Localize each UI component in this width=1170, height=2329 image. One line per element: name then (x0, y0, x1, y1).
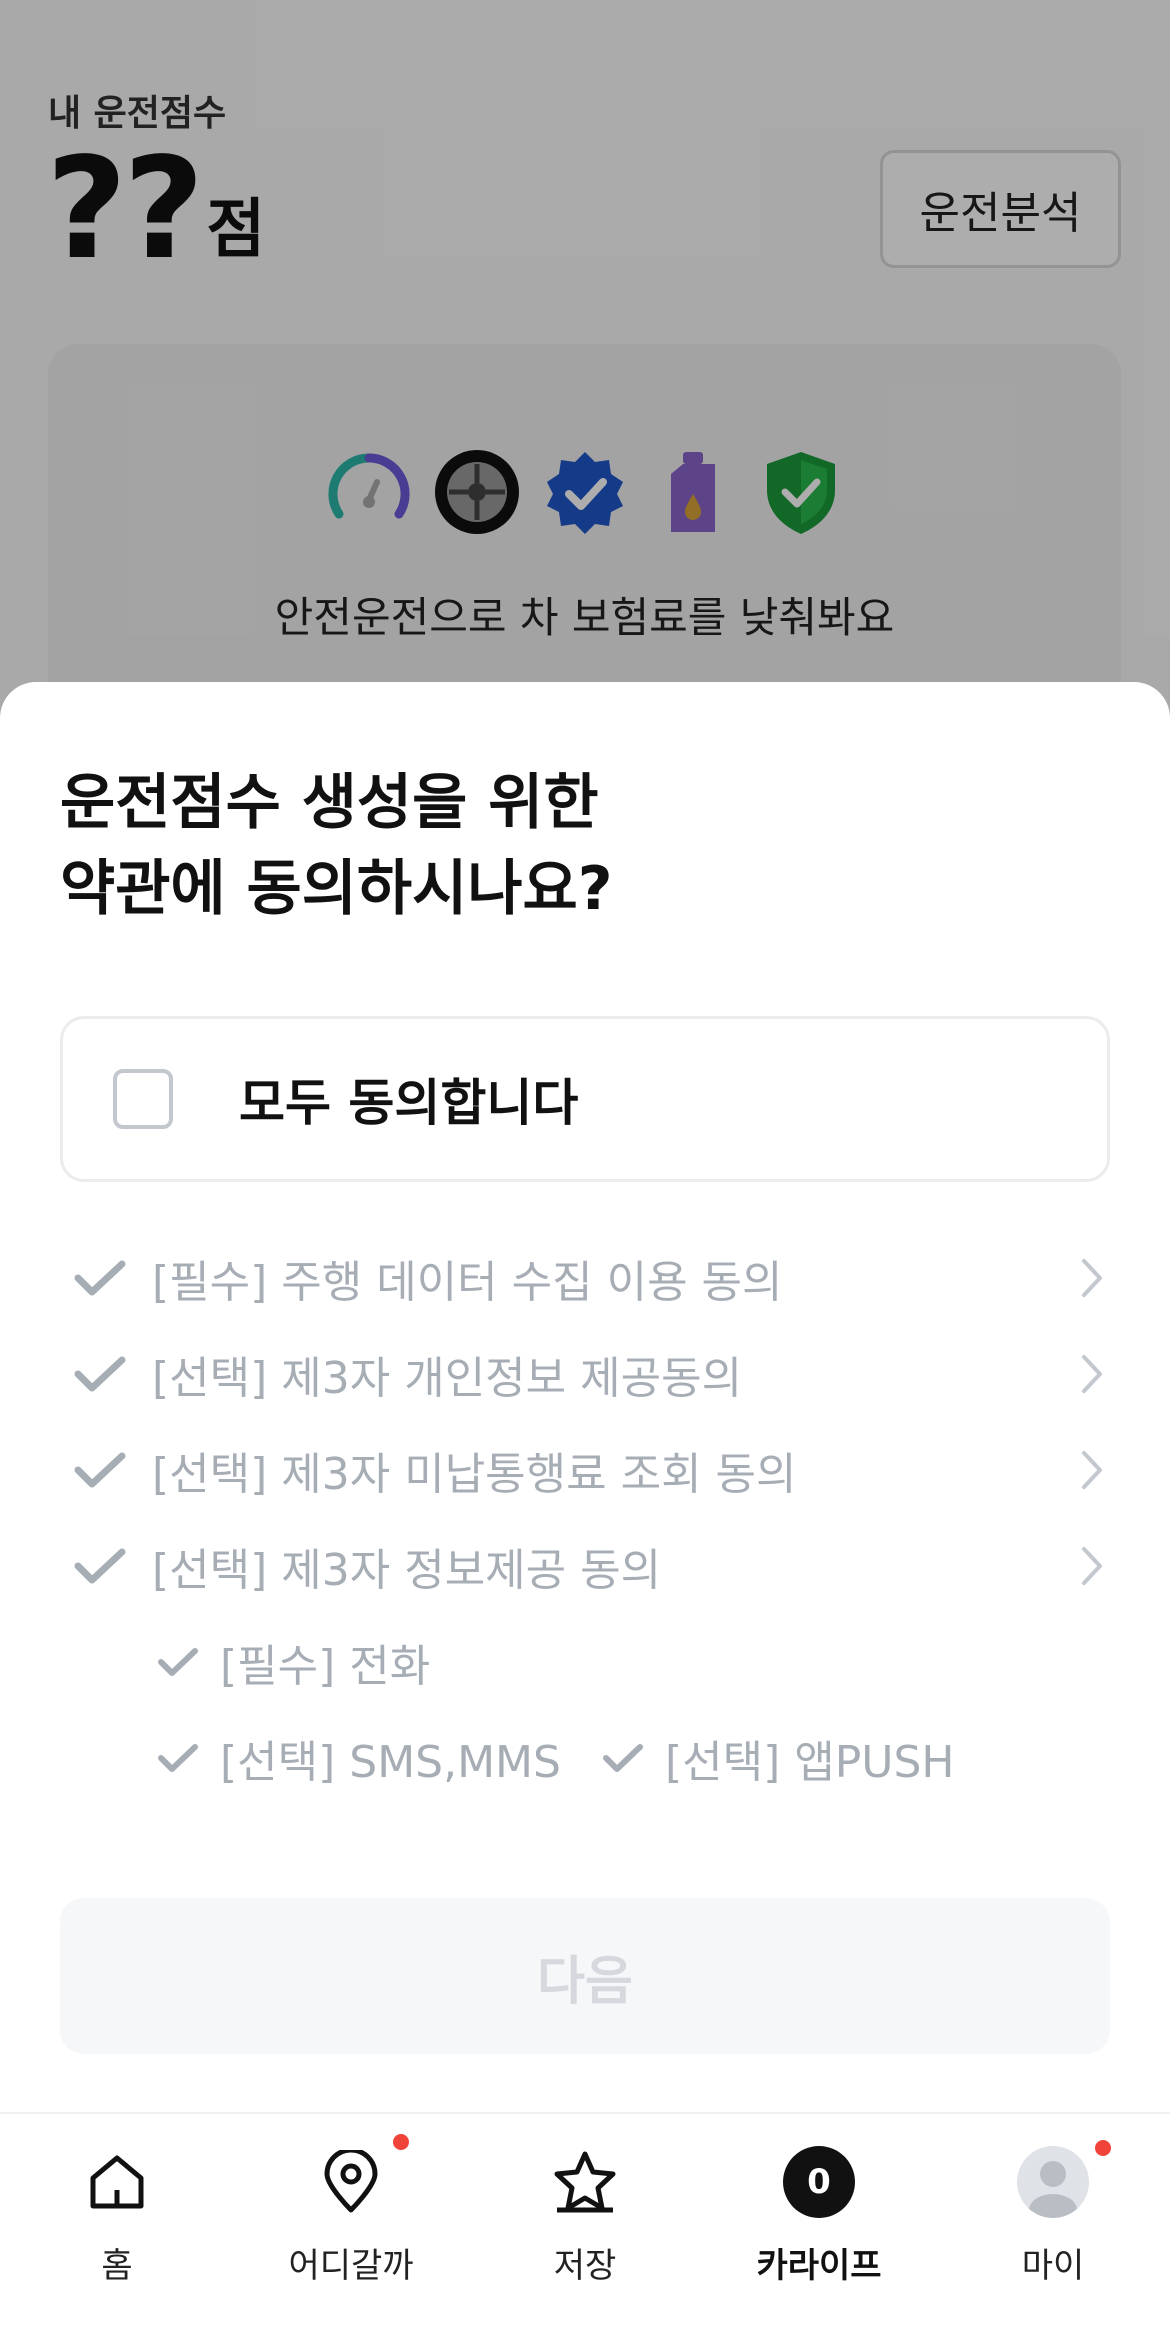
location-pin-icon (313, 2134, 409, 2220)
check-icon[interactable] (72, 1538, 128, 1594)
tab-where-to-go-label: 어디갈까 (288, 2246, 414, 2286)
term-item[interactable]: [선택] 제3자 개인정보 제공동의 (72, 1326, 1112, 1422)
tab-where-to-go[interactable]: 어디갈까 (234, 2114, 468, 2329)
notification-dot (393, 2134, 409, 2150)
tab-home[interactable]: 홈 (0, 2114, 234, 2329)
check-icon[interactable] (72, 1346, 128, 1402)
check-icon[interactable] (72, 1442, 128, 1498)
sub-term-sms[interactable]: [선택] SMS,MMS (154, 1726, 561, 1790)
check-icon[interactable] (599, 1734, 647, 1782)
agree-all-option[interactable]: 모두 동의합니다 (60, 1016, 1110, 1182)
check-icon[interactable] (72, 1250, 128, 1306)
term-label: [선택] 제3자 개인정보 제공동의 (152, 1353, 743, 1404)
sub-term-sms-label: [선택] SMS,MMS (220, 1737, 561, 1788)
tab-carlife[interactable]: 0 카라이프 (702, 2114, 936, 2329)
term-label: [선택] 제3자 정보제공 동의 (152, 1545, 662, 1596)
tab-saved-label: 저장 (553, 2246, 617, 2286)
avatar (1017, 2146, 1089, 2218)
term-label: [선택] 제3자 미납통행료 조회 동의 (152, 1449, 797, 1500)
sheet-title: 운전점수 생성을 위한 약관에 동의하시나요? (60, 760, 613, 932)
term-label: [필수] 주행 데이터 수집 이용 동의 (152, 1257, 783, 1308)
sub-term-row: [필수] 전화 (154, 1614, 1112, 1710)
home-icon (79, 2144, 155, 2220)
bottom-tab-bar: 홈 어디갈까 저장 0 카라이프 마이 (0, 2112, 1170, 2329)
sub-term-phone-label: [필수] 전화 (220, 1641, 431, 1692)
chevron-right-icon[interactable] (1072, 1538, 1112, 1594)
chevron-right-icon[interactable] (1072, 1250, 1112, 1306)
term-item[interactable]: [선택] 제3자 정보제공 동의 (72, 1518, 1112, 1614)
term-item[interactable]: [선택] 제3자 미납통행료 조회 동의 (72, 1422, 1112, 1518)
terms-list: [필수] 주행 데이터 수집 이용 동의 [선택] 제3자 개인정보 제공동의 … (72, 1230, 1112, 1806)
chevron-right-icon[interactable] (1072, 1442, 1112, 1498)
star-icon (547, 2144, 623, 2220)
next-button[interactable]: 다음 (60, 1898, 1110, 2054)
tab-my-label: 마이 (1021, 2246, 1085, 2286)
tab-home-label: 홈 (101, 2246, 133, 2286)
sheet-title-line1: 운전점수 생성을 위한 (60, 768, 599, 838)
modal-overlay[interactable] (0, 0, 1170, 740)
sub-term-push[interactable]: [선택] 앱PUSH (599, 1726, 955, 1790)
tab-carlife-label: 카라이프 (756, 2246, 882, 2286)
term-item[interactable]: [필수] 주행 데이터 수집 이용 동의 (72, 1230, 1112, 1326)
carlife-badge: 0 (783, 2146, 855, 2218)
sheet-title-line2: 약관에 동의하시나요? (60, 854, 613, 924)
check-icon[interactable] (154, 1734, 202, 1782)
tab-my[interactable]: 마이 (936, 2114, 1170, 2329)
agree-all-label: 모두 동의합니다 (239, 1074, 579, 1132)
sub-terms: [필수] 전화 [선택] SMS,MMS [선택] 앱PUSH (72, 1614, 1112, 1806)
agree-all-checkbox[interactable] (113, 1069, 173, 1129)
sub-term-phone[interactable]: [필수] 전화 (154, 1630, 430, 1694)
sub-term-push-label: [선택] 앱PUSH (664, 1737, 955, 1788)
check-icon[interactable] (154, 1638, 202, 1686)
tab-saved[interactable]: 저장 (468, 2114, 702, 2329)
avatar-icon (1015, 2140, 1111, 2220)
notification-dot (1095, 2140, 1111, 2156)
chevron-right-icon[interactable] (1072, 1346, 1112, 1402)
terms-bottom-sheet: 운전점수 생성을 위한 약관에 동의하시나요? 모두 동의합니다 [필수] 주행… (0, 682, 1170, 2112)
count-badge: 0 (781, 2144, 857, 2220)
sub-term-row: [선택] SMS,MMS [선택] 앱PUSH (154, 1710, 1112, 1806)
